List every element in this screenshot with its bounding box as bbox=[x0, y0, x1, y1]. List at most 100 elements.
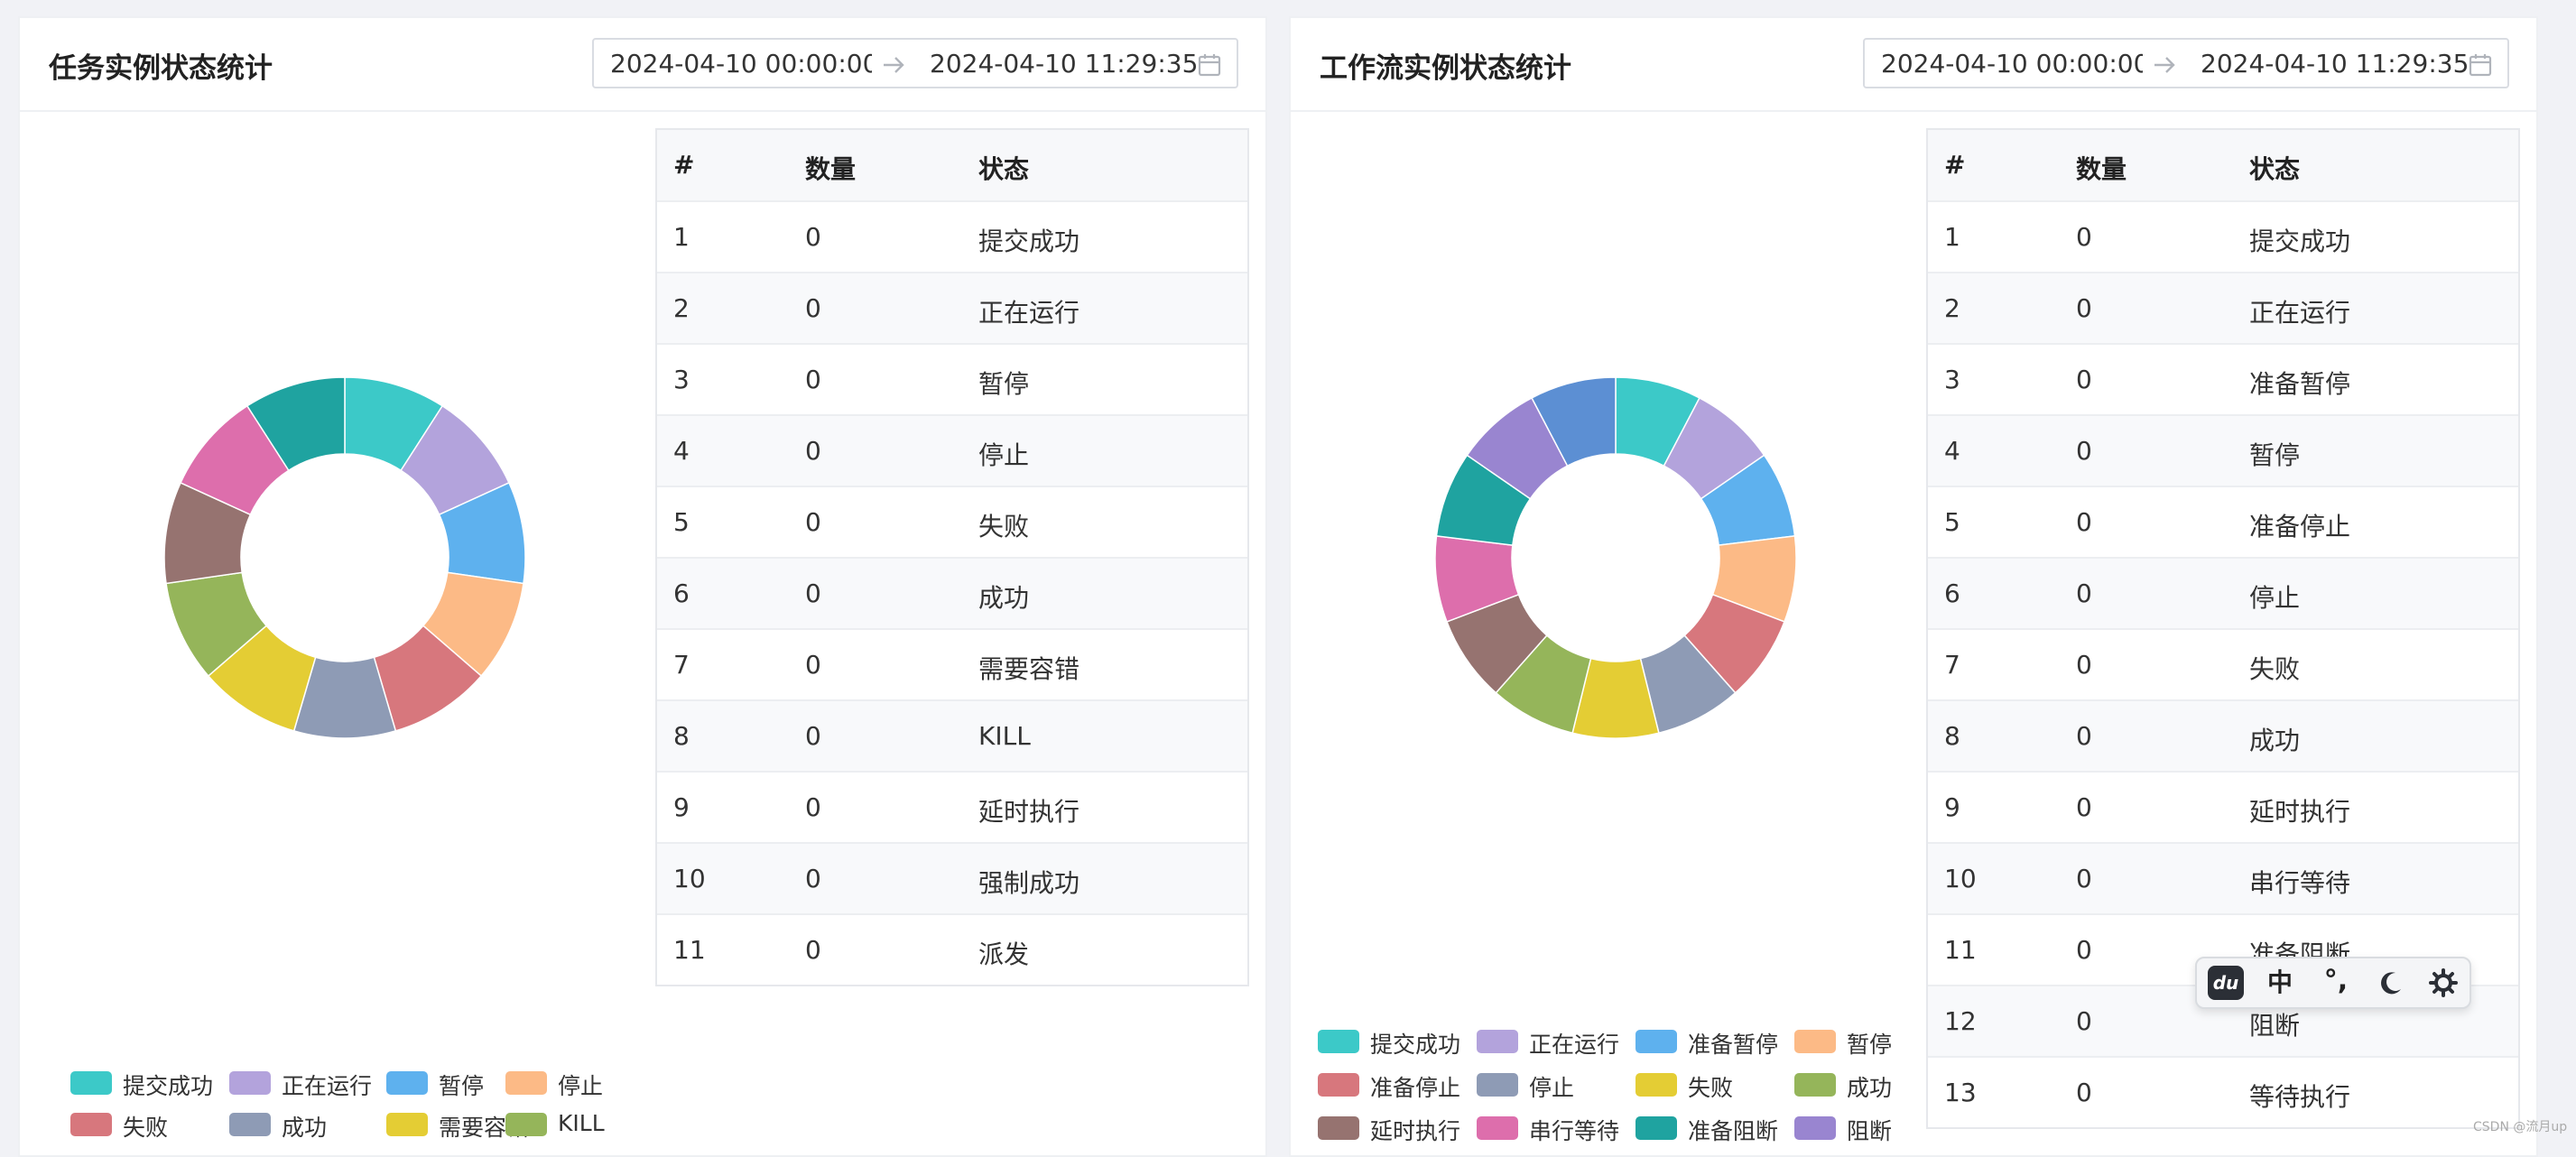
row-index: 5 bbox=[1944, 507, 1960, 537]
table-row: 5 0 失败 bbox=[657, 486, 1247, 557]
table-row: 3 0 准备暂停 bbox=[1928, 343, 2518, 414]
row-index: 9 bbox=[673, 792, 690, 822]
legend-swatch bbox=[229, 1071, 271, 1095]
date-range-picker[interactable]: 2024-04-10 00:00:00 2024-04-10 11:29:35 bbox=[592, 38, 1238, 88]
ime-logo-icon[interactable]: du bbox=[2208, 966, 2244, 1000]
legend-swatch bbox=[1477, 1030, 1518, 1053]
calendar-icon[interactable] bbox=[1197, 52, 1222, 81]
legend-swatch bbox=[1794, 1116, 1836, 1140]
table-row: 7 0 失败 bbox=[1928, 628, 2518, 699]
row-index: 13 bbox=[1944, 1078, 1977, 1107]
legend-label: 准备阻断 bbox=[1688, 1118, 1779, 1144]
ime-toolbar: du 中 °, bbox=[2195, 957, 2471, 1009]
row-count: 0 bbox=[2076, 1006, 2092, 1036]
table-row: 4 0 暂停 bbox=[1928, 414, 2518, 486]
row-count: 0 bbox=[805, 436, 821, 466]
table-row: 11 0 派发 bbox=[657, 913, 1247, 985]
table-row: 10 0 串行等待 bbox=[1928, 842, 2518, 913]
task-status-table: # 数量 状态 1 0 提交成功 2 0 正在运行 3 0 暂停 4 0 停止 5 0 失败 6 0 成功 7 0 需要容错 8… bbox=[655, 128, 1249, 986]
row-count: 0 bbox=[805, 293, 821, 323]
legend-label: 正在运行 bbox=[1529, 1032, 1620, 1058]
moon-icon[interactable] bbox=[2374, 966, 2410, 1000]
row-index: 8 bbox=[673, 721, 690, 751]
row-count: 0 bbox=[805, 650, 821, 680]
table-row: 9 0 延时执行 bbox=[657, 771, 1247, 842]
legend-label: 失败 bbox=[1688, 1075, 1734, 1101]
panel-header: 工作流实例状态统计 2024-04-10 00:00:00 2024-04-10… bbox=[1291, 18, 2536, 112]
column-header: # bbox=[1944, 150, 1966, 180]
legend-swatch bbox=[386, 1071, 428, 1095]
row-status: 失败 bbox=[2249, 654, 2301, 684]
task-instance-panel: 任务实例状态统计 2024-04-10 00:00:00 2024-04-10 … bbox=[18, 16, 1267, 1157]
table-header-row: # 数量 状态 bbox=[1928, 130, 2518, 200]
legend-label: 提交成功 bbox=[123, 1073, 214, 1099]
arrow-right-icon bbox=[2152, 52, 2177, 81]
date-range-start[interactable]: 2024-04-10 00:00:00 bbox=[610, 49, 872, 79]
row-count: 0 bbox=[805, 222, 821, 252]
row-count: 0 bbox=[2076, 1078, 2092, 1107]
row-count: 0 bbox=[2076, 578, 2092, 608]
legend-label: 正在运行 bbox=[282, 1073, 373, 1099]
calendar-icon[interactable] bbox=[2468, 52, 2493, 81]
table-row: 3 0 暂停 bbox=[657, 343, 1247, 414]
row-status: 暂停 bbox=[978, 369, 1030, 399]
ime-mode-toggle[interactable]: 中 bbox=[2262, 966, 2298, 1000]
legend-label: 暂停 bbox=[439, 1073, 485, 1099]
table-row: 1 0 提交成功 bbox=[1928, 200, 2518, 272]
table-row: 9 0 延时执行 bbox=[1928, 771, 2518, 842]
row-status: 正在运行 bbox=[2249, 298, 2351, 328]
row-status: 延时执行 bbox=[2249, 797, 2351, 827]
row-index: 2 bbox=[673, 293, 690, 323]
row-count: 0 bbox=[805, 578, 821, 608]
legend-label: 停止 bbox=[558, 1073, 604, 1099]
row-status: 提交成功 bbox=[2249, 227, 2351, 256]
gear-icon[interactable] bbox=[2426, 966, 2462, 1000]
date-range-start[interactable]: 2024-04-10 00:00:00 bbox=[1881, 49, 2143, 79]
legend-label: 阻断 bbox=[1847, 1118, 1893, 1144]
legend-swatch bbox=[70, 1071, 112, 1095]
workflow-status-donut-chart bbox=[1434, 376, 1797, 739]
watermark: CSDN @流月up bbox=[2473, 1120, 2568, 1134]
legend-swatch bbox=[1794, 1030, 1836, 1053]
row-status: 等待执行 bbox=[2249, 1082, 2351, 1112]
legend-swatch bbox=[1635, 1030, 1677, 1053]
table-row: 7 0 需要容错 bbox=[657, 628, 1247, 699]
panel-title: 工作流实例状态统计 bbox=[1320, 52, 1571, 85]
row-status: 停止 bbox=[978, 440, 1030, 470]
legend-label: 串行等待 bbox=[1529, 1118, 1620, 1144]
date-range-end[interactable]: 2024-04-10 11:29:35 bbox=[930, 49, 1198, 79]
table-row: 6 0 成功 bbox=[657, 557, 1247, 628]
date-range-end[interactable]: 2024-04-10 11:29:35 bbox=[2201, 49, 2469, 79]
legend-label: 暂停 bbox=[1847, 1032, 1893, 1058]
table-row: 1 0 提交成功 bbox=[657, 200, 1247, 272]
row-index: 8 bbox=[1944, 721, 1960, 751]
row-status: 提交成功 bbox=[978, 227, 1080, 256]
legend-swatch bbox=[1477, 1073, 1518, 1097]
row-status: 成功 bbox=[2249, 726, 2301, 755]
row-index: 7 bbox=[1944, 650, 1960, 680]
arrow-right-icon bbox=[881, 52, 906, 81]
legend-swatch bbox=[1318, 1030, 1359, 1053]
legend-label: 延时执行 bbox=[1370, 1118, 1461, 1144]
row-count: 0 bbox=[2076, 222, 2092, 252]
row-count: 0 bbox=[2076, 935, 2092, 965]
legend-swatch bbox=[505, 1071, 547, 1095]
row-count: 0 bbox=[2076, 507, 2092, 537]
table-row: 2 0 正在运行 bbox=[1928, 272, 2518, 343]
row-index: 1 bbox=[1944, 222, 1960, 252]
table-row: 13 0 等待执行 bbox=[1928, 1056, 2518, 1127]
task-chart-legend: 提交成功 正在运行 暂停 停止 失败 成功 需要容错 KILL bbox=[70, 1069, 702, 1155]
row-status: 准备停止 bbox=[2249, 512, 2351, 541]
date-range-picker[interactable]: 2024-04-10 00:00:00 2024-04-10 11:29:35 bbox=[1863, 38, 2509, 88]
ime-punctuation-toggle[interactable]: °, bbox=[2318, 966, 2354, 1000]
row-index: 5 bbox=[673, 507, 690, 537]
task-status-donut-chart bbox=[163, 376, 526, 739]
row-count: 0 bbox=[2076, 864, 2092, 893]
legend-swatch bbox=[229, 1113, 271, 1136]
legend-label: 提交成功 bbox=[1370, 1032, 1461, 1058]
legend-label: 成功 bbox=[282, 1115, 328, 1141]
row-count: 0 bbox=[805, 721, 821, 751]
column-header: 状态 bbox=[978, 154, 1030, 184]
row-status: KILL bbox=[978, 721, 1031, 751]
row-status: 成功 bbox=[978, 583, 1030, 613]
